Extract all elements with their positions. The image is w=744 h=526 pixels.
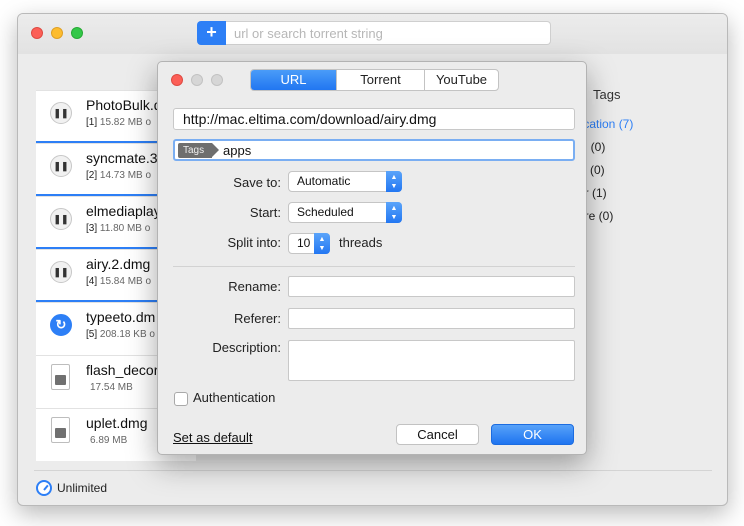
minimize-window-button[interactable] [51, 27, 63, 39]
download-size: 15.84 MB o [99, 276, 152, 287]
save-to-select[interactable]: Automatic ▲ ▼ [288, 171, 402, 192]
download-name: PhotoBulk.d [86, 97, 162, 113]
threads-label: threads [339, 235, 383, 250]
add-download-button[interactable]: + [197, 21, 226, 45]
speed-limit-label[interactable]: Unlimited [57, 481, 107, 495]
url-search-input[interactable] [226, 21, 551, 45]
zoom-window-button[interactable] [71, 27, 83, 39]
tab-youtube[interactable]: YouTube [425, 70, 498, 90]
ok-button[interactable]: OK [491, 424, 574, 445]
download-size: 15.82 MB o [99, 117, 152, 128]
pause-icon[interactable]: ❚❚ [50, 155, 72, 177]
set-as-default-link[interactable]: Set as default [173, 430, 253, 445]
source-tabs: URL Torrent YouTube [250, 69, 499, 91]
title-bar: + [18, 14, 727, 54]
download-meta: [2] 14.73 MB o [86, 170, 151, 181]
split-into-label: Split into: [227, 235, 281, 250]
start-select[interactable]: Scheduled ▲ ▼ [288, 202, 402, 223]
split-threads-select[interactable]: 10 ▲ ▼ [288, 233, 330, 254]
authentication-checkbox[interactable] [174, 392, 188, 406]
minimize-dialog-button [191, 74, 203, 86]
chevron-updown-icon: ▲ ▼ [314, 233, 330, 254]
download-index: [2] [86, 170, 98, 181]
zoom-dialog-button [211, 74, 223, 86]
save-to-label: Save to: [233, 175, 281, 190]
dmg-file-icon [51, 417, 70, 443]
rename-label: Rename: [228, 279, 281, 294]
download-size: 6.89 MB [90, 435, 128, 446]
cancel-button[interactable]: Cancel [396, 424, 479, 445]
download-name: airy.2.dmg [86, 256, 151, 272]
download-size: 208.18 KB o [99, 329, 155, 340]
form-divider [173, 266, 575, 267]
add-download-dialog: URL Torrent YouTube http://mac.eltima.co… [157, 61, 587, 455]
referer-label: Referer: [234, 311, 281, 326]
download-meta: [1] 15.82 MB o [86, 117, 151, 128]
status-bar-divider [34, 470, 712, 471]
pause-icon[interactable]: ❚❚ [50, 261, 72, 283]
download-index: [4] [86, 276, 98, 287]
download-meta: [5] 208.18 KB o [86, 329, 155, 340]
download-name: flash_decor [86, 362, 159, 378]
tags-chip: Tags [178, 143, 220, 158]
download-index: [5] [86, 329, 98, 340]
download-name: elmediaplay [86, 203, 161, 219]
download-name: typeeto.dm [86, 309, 156, 325]
download-size: 17.54 MB [90, 382, 133, 393]
tab-url[interactable]: URL [251, 70, 337, 90]
close-window-button[interactable] [31, 27, 43, 39]
description-label: Description: [212, 340, 281, 355]
tags-value: apps [223, 143, 252, 158]
close-dialog-button[interactable] [171, 74, 183, 86]
chevron-updown-icon: ▲ ▼ [386, 171, 402, 192]
start-label: Start: [249, 205, 281, 220]
pause-icon[interactable]: ❚❚ [50, 102, 72, 124]
download-name: syncmate.3 [86, 150, 158, 166]
rename-input[interactable] [288, 276, 575, 297]
save-to-value: Automatic [297, 174, 351, 188]
tab-torrent[interactable]: Torrent [337, 70, 425, 90]
pause-icon[interactable]: ❚❚ [50, 208, 72, 230]
refresh-icon[interactable]: ↻ [50, 314, 72, 336]
download-index: [1] [86, 117, 98, 128]
speed-limit-icon[interactable] [36, 480, 52, 496]
download-meta: [3] 11.80 MB o [86, 223, 150, 234]
download-meta: [4] 15.84 MB o [86, 276, 151, 287]
download-index: [3] [86, 223, 98, 234]
download-size: 14.73 MB o [99, 170, 152, 181]
description-input[interactable] [288, 340, 575, 381]
authentication-label[interactable]: Authentication [193, 390, 275, 405]
download-name: uplet.dmg [86, 415, 148, 431]
dmg-file-icon [51, 364, 70, 390]
start-value: Scheduled [297, 205, 354, 219]
download-size: 11.80 MB o [99, 223, 151, 234]
url-field[interactable]: http://mac.eltima.com/download/airy.dmg [173, 108, 575, 130]
tags-panel-header: Tags [593, 87, 621, 102]
tags-field[interactable]: Tags apps [173, 139, 575, 161]
referer-input[interactable] [288, 308, 575, 329]
split-value: 10 [297, 236, 311, 250]
chevron-updown-icon: ▲ ▼ [386, 202, 402, 223]
